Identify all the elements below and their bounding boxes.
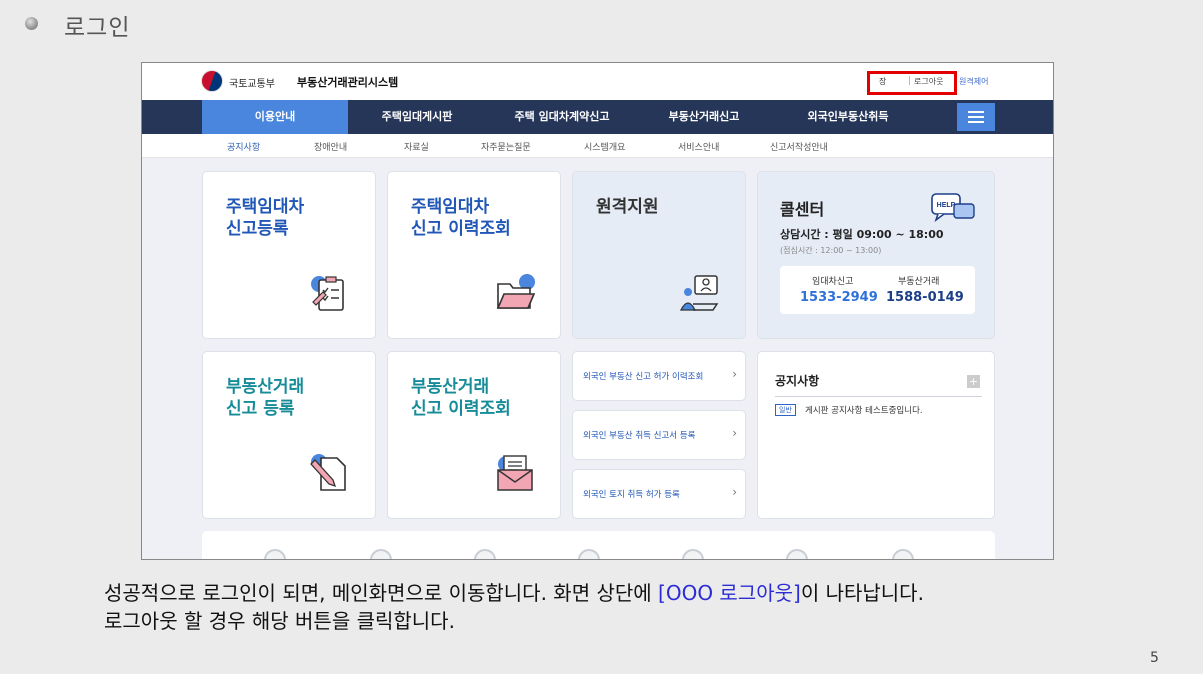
subnav-form-guide[interactable]: 신고서작성안내 <box>770 140 828 153</box>
card-title: 원격지원 <box>596 197 659 217</box>
plus-icon[interactable]: + <box>967 375 980 388</box>
nav-item-rent-report[interactable]: 주택 임대차계약신고 <box>486 100 638 134</box>
caption-highlight: [OOO 로그아웃] <box>658 581 801 605</box>
trade-call-label: 부동산거래 <box>898 277 940 287</box>
subnav-archive[interactable]: 자료실 <box>404 140 429 153</box>
subnav-outage[interactable]: 장애안내 <box>314 140 347 153</box>
nav-item-foreign[interactable]: 외국인부동산취득 <box>770 100 926 134</box>
quick-menu-icon[interactable] <box>474 549 496 559</box>
chevron-right-icon: › <box>732 426 737 440</box>
link-label: 외국인 토지 취득 허가 등록 <box>583 490 680 500</box>
card-title: 부동산거래 신고 이력조회 <box>411 377 511 419</box>
folder-icon <box>496 274 536 309</box>
quick-menu-icon[interactable] <box>578 549 600 559</box>
call-center-break: (점심시간 : 12:00 ~ 13:00) <box>780 246 882 255</box>
card-remote-support[interactable]: 원격지원 <box>572 171 746 339</box>
util-divider <box>909 76 910 85</box>
link-foreign-acquire[interactable]: 외국인 부동산 취득 신고서 등록 › <box>572 410 746 460</box>
caption-part2: 이 나타납니다. <box>800 581 924 605</box>
link-label: 외국인 부동산 신고 허가 이력조회 <box>583 372 704 382</box>
mail-icon <box>497 455 533 491</box>
rent-call-number: 1533-2949 <box>800 290 878 305</box>
quick-menu-icon[interactable] <box>786 549 808 559</box>
slide-bullet-icon <box>25 17 38 30</box>
page-number: 5 <box>1150 650 1159 666</box>
chevron-right-icon: › <box>732 367 737 381</box>
nav-item-rent-board[interactable]: 주택임대게시판 <box>348 100 486 134</box>
help-icon: HELP <box>931 193 975 223</box>
card-trade-register[interactable]: 부동산거래 신고 등록 <box>202 351 376 519</box>
slide-title: 로그인 <box>64 15 131 41</box>
main-nav: 이용안내 주택임대게시판 주택 임대차계약신고 부동산거래신고 외국인부동산취득 <box>142 100 1053 134</box>
user-name: 장 <box>879 77 887 86</box>
subnav-service-guide[interactable]: 서비스안내 <box>678 140 719 153</box>
card-rent-register[interactable]: 주택임대차 신고등록 <box>202 171 376 339</box>
chevron-right-icon: › <box>732 485 737 499</box>
clipboard-icon <box>311 276 344 311</box>
help-badge-text: HELP <box>937 202 956 209</box>
quick-menu-icon[interactable] <box>370 549 392 559</box>
main-content: 주택임대차 신고등록 주택임대차 신고 이력조회 원격지원 콜센터 상담시간:… <box>142 158 1053 559</box>
call-center-title: 콜센터 <box>780 200 825 219</box>
menu-hamburger-icon[interactable] <box>957 103 995 131</box>
government-emblem-icon <box>201 70 223 92</box>
remote-control-link[interactable]: 원격제어 <box>959 76 988 87</box>
document-edit-icon <box>310 454 346 491</box>
caption-line2: 로그아웃 할 경우 해당 버튼을 클릭합니다. <box>104 609 455 633</box>
notice-title: 공지사항 <box>775 374 820 388</box>
link-foreign-history[interactable]: 외국인 부동산 신고 허가 이력조회 › <box>572 351 746 401</box>
quick-menu-icon[interactable] <box>264 549 286 559</box>
caption-part1: 성공적으로 로그인이 되면, 메인화면으로 이동합니다. 화면 상단에 <box>104 581 659 605</box>
remote-support-icon <box>679 275 719 311</box>
notice-item[interactable]: 게시판 공지사항 테스트중입니다. <box>805 404 923 416</box>
link-foreign-land[interactable]: 외국인 토지 취득 허가 등록 › <box>572 469 746 519</box>
card-title: 주택임대차 신고 이력조회 <box>411 197 511 239</box>
notice-panel: 공지사항 + 일반 게시판 공지사항 테스트중입니다. <box>757 351 995 519</box>
site-header: 국토교통부 부동산거래관리시스템 장 로그아웃 원격제어 <box>142 63 1053 100</box>
quick-menu-strip <box>202 531 995 559</box>
call-numbers-box: 임대차신고 1533-2949 부동산거래 1588-0149 <box>780 266 975 314</box>
sub-nav: 공지사항 장애안내 자료실 자주묻는질문 시스템개요 서비스안내 신고서작성안내 <box>142 134 1053 158</box>
trade-call-number: 1588-0149 <box>886 290 964 305</box>
card-trade-history[interactable]: 부동산거래 신고 이력조회 <box>387 351 561 519</box>
card-title: 부동산거래 신고 등록 <box>226 377 305 419</box>
card-call-center: 콜센터 상담시간 : 평일 09:00 ~ 18:00 (점심시간 : 12:0… <box>757 171 995 339</box>
subnav-faq[interactable]: 자주묻는질문 <box>481 140 531 153</box>
rent-call-label: 임대차신고 <box>812 277 854 287</box>
subnav-notice[interactable]: 공지사항 <box>227 140 260 153</box>
ministry-name: 국토교통부 <box>229 79 275 90</box>
call-center-hours: 상담시간 : 평일 09:00 ~ 18:00 <box>780 228 944 241</box>
nav-item-guide[interactable]: 이용안내 <box>202 100 348 134</box>
notice-badge: 일반 <box>775 404 796 416</box>
logout-button[interactable]: 로그아웃 <box>914 76 943 87</box>
nav-item-trade-report[interactable]: 부동산거래신고 <box>638 100 770 134</box>
quick-menu-icon[interactable] <box>892 549 914 559</box>
notice-divider <box>775 396 982 397</box>
browser-screenshot: 국토교통부 부동산거래관리시스템 장 로그아웃 원격제어 이용안내 주택임대게시… <box>141 62 1054 560</box>
card-rent-history[interactable]: 주택임대차 신고 이력조회 <box>387 171 561 339</box>
slide-caption: 성공적으로 로그인이 되면, 메인화면으로 이동합니다. 화면 상단에 [OOO… <box>104 579 924 635</box>
subnav-system-overview[interactable]: 시스템개요 <box>584 140 625 153</box>
card-title: 주택임대차 신고등록 <box>226 197 305 239</box>
link-label: 외국인 부동산 취득 신고서 등록 <box>583 431 696 441</box>
quick-menu-icon[interactable] <box>682 549 704 559</box>
system-name[interactable]: 부동산거래관리시스템 <box>297 74 398 90</box>
